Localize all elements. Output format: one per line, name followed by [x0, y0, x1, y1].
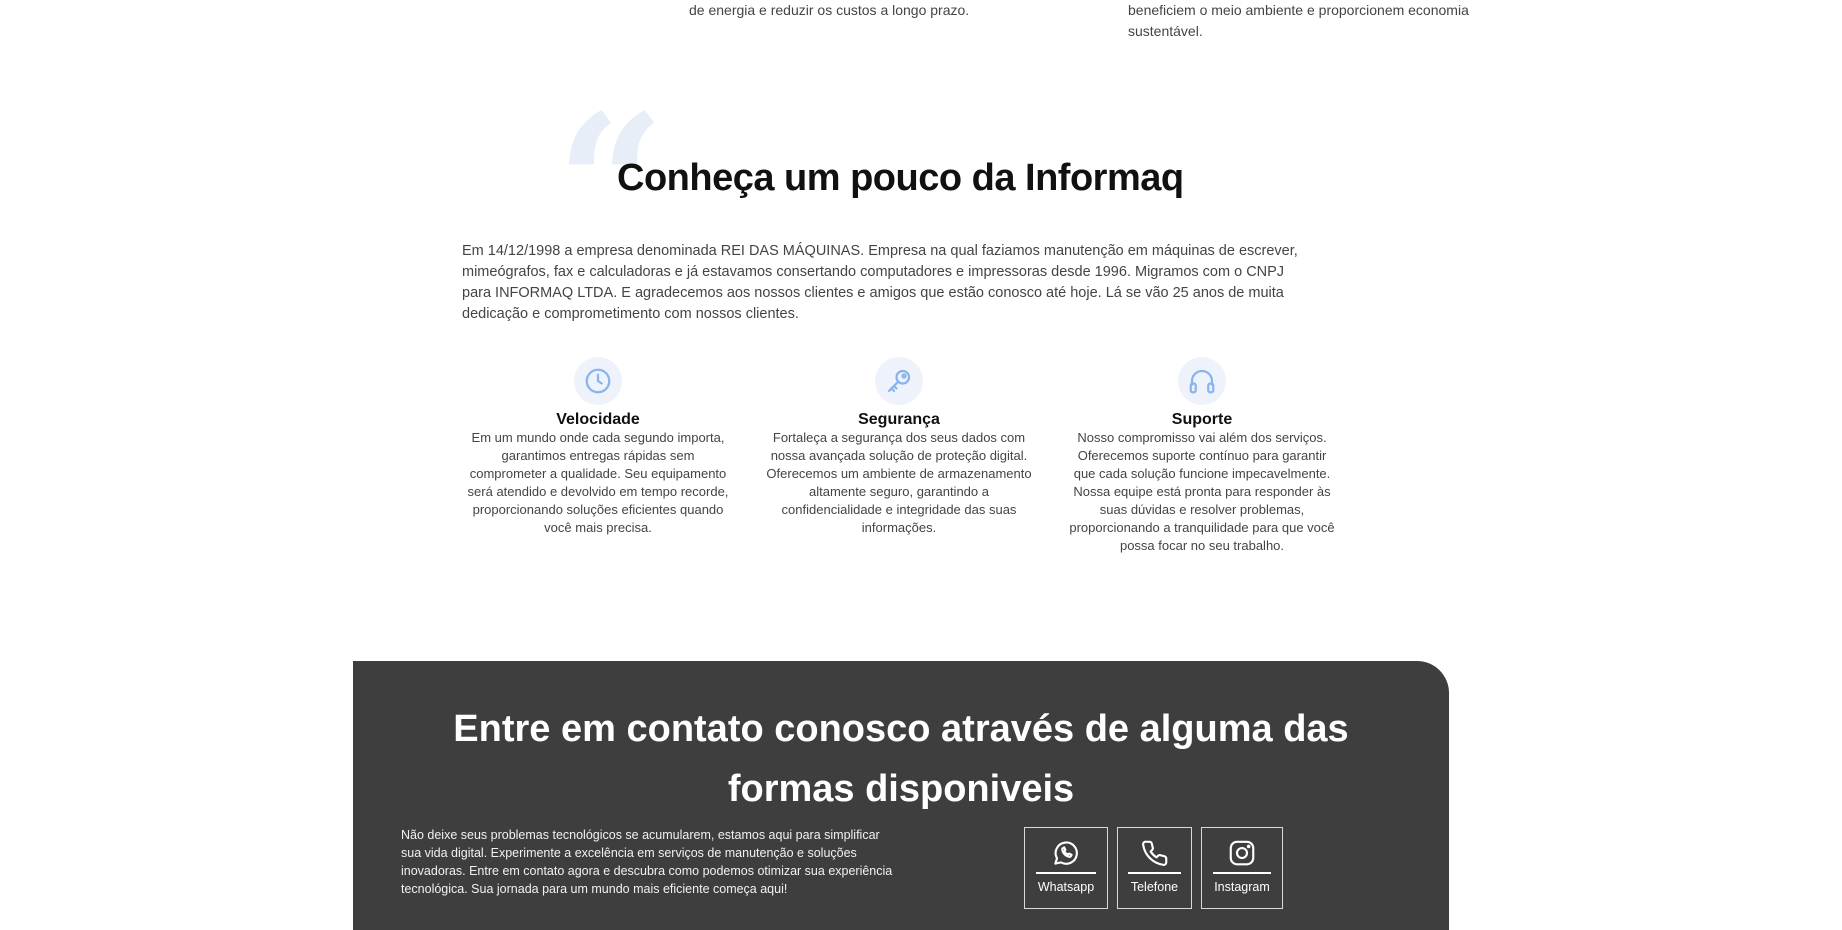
contact-title: Entre em contato conosco através de algu… [453, 708, 1349, 810]
feature-suporte: Suporte Nosso compromisso vai além dos s… [1066, 357, 1338, 555]
about-text: Em 14/12/1998 a empresa denominada REI D… [462, 243, 1298, 322]
feature-description: Nosso compromisso vai além dos serviços.… [1069, 430, 1335, 553]
feature-description: Fortaleça a segurança dos seus dados com… [766, 430, 1032, 535]
headphones-icon [1178, 357, 1226, 405]
instagram-icon [1229, 840, 1255, 866]
previous-section-text-left: de energia e reduzir os custos a longo p… [689, 2, 970, 18]
instagram-button[interactable]: Instagram [1201, 827, 1283, 909]
contact-section: Entre em contato conosco através de algu… [353, 661, 1449, 930]
button-divider [1213, 872, 1271, 874]
feature-title: Segurança [858, 411, 940, 428]
whatsapp-label: Whatsapp [1037, 880, 1095, 894]
whatsapp-button[interactable]: Whatsapp [1024, 827, 1108, 909]
feature-seguranca: Segurança Fortaleça a segurança dos seus… [763, 357, 1035, 537]
phone-icon [1141, 840, 1167, 866]
contact-text: Não deixe seus problemas tecnológicos se… [401, 828, 893, 896]
feature-title: Suporte [1171, 411, 1233, 428]
button-divider [1036, 872, 1096, 874]
telefone-label: Telefone [1130, 880, 1179, 894]
feature-description: Em um mundo onde cada segundo importa, g… [467, 430, 729, 535]
telefone-button[interactable]: Telefone [1117, 827, 1192, 909]
feature-title: Velocidade [556, 411, 640, 428]
contact-buttons: Whatsapp Telefone Instagram [1024, 827, 1283, 909]
key-icon [875, 357, 923, 405]
about-title: Conheça um pouco da Informaq [617, 157, 1184, 199]
button-divider [1128, 872, 1181, 874]
whatsapp-icon [1054, 841, 1078, 865]
previous-section-text-right: beneficiem o meio ambiente e proporcione… [1128, 2, 1469, 39]
feature-velocidade: Velocidade Em um mundo onde cada segundo… [462, 357, 734, 537]
clock-icon [574, 357, 622, 405]
instagram-label: Instagram [1214, 880, 1270, 894]
